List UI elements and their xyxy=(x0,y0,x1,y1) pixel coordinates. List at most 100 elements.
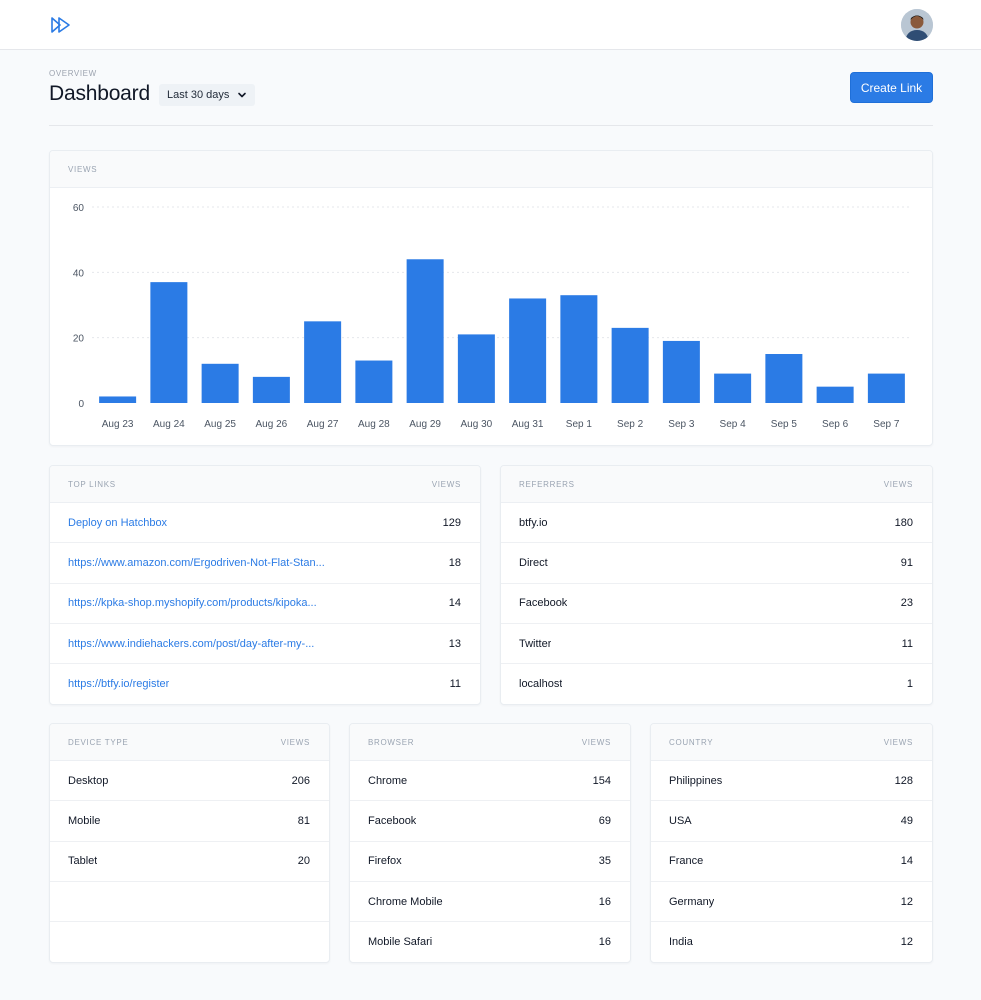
bar xyxy=(201,363,239,403)
views-count: 206 xyxy=(291,774,310,787)
referrers-header: REFERRERS VIEWS xyxy=(501,466,932,503)
top-links-list: Deploy on Hatchbox 129 https://www.amazon… xyxy=(50,503,480,704)
x-tick-label: Sep 5 xyxy=(771,419,798,430)
country-list: Philippines 128 USA 49 France 14 Germany 12 … xyxy=(651,761,932,962)
list-item: Desktop 206 xyxy=(50,761,329,802)
device-label: Tablet xyxy=(68,855,98,868)
list-item: https://btfy.io/register 11 xyxy=(50,664,480,704)
header-divider xyxy=(49,125,933,126)
x-tick-label: Aug 28 xyxy=(358,419,390,430)
views-count: 14 xyxy=(448,597,461,610)
country-label: India xyxy=(669,936,693,949)
y-tick-label: 0 xyxy=(78,399,84,410)
list-item: Germany 12 xyxy=(651,882,932,923)
referrers-title: REFERRERS xyxy=(519,479,575,489)
x-tick-label: Aug 23 xyxy=(102,419,134,430)
overview-eyebrow: OVERVIEW xyxy=(49,69,97,78)
country-views-header: VIEWS xyxy=(883,737,913,747)
x-tick-label: Aug 27 xyxy=(307,419,339,430)
referrer-label: Twitter xyxy=(519,637,552,650)
views-count: 69 xyxy=(598,814,611,827)
bar xyxy=(867,373,905,403)
list-item: USA 49 xyxy=(651,801,932,842)
x-tick-label: Aug 24 xyxy=(153,419,185,430)
browser-header: BROWSER VIEWS xyxy=(350,724,630,761)
x-tick-label: Sep 3 xyxy=(668,419,695,430)
list-item: https://kpka-shop.myshopify.com/products… xyxy=(50,584,480,624)
date-range-select[interactable]: Last 30 days xyxy=(159,84,256,106)
country-card: COUNTRY VIEWS Philippines 128 USA 49 Franc… xyxy=(650,723,933,963)
link-label[interactable]: https://btfy.io/register xyxy=(68,678,169,690)
device-type-header: DEVICE TYPE VIEWS xyxy=(50,724,329,761)
bar xyxy=(714,373,752,403)
browser-label: Facebook xyxy=(368,814,417,827)
x-tick-label: Sep 7 xyxy=(873,419,900,430)
views-count: 49 xyxy=(900,814,913,827)
browser-label: Firefox xyxy=(368,855,402,868)
x-tick-label: Aug 30 xyxy=(461,419,493,430)
device-type-list: Desktop 206 Mobile 81 Tablet 20 xyxy=(50,761,329,962)
date-range-label: Last 30 days xyxy=(167,89,230,101)
list-item: Mobile 81 xyxy=(50,801,329,842)
empty-row xyxy=(50,922,329,962)
list-item: Tablet 20 xyxy=(50,842,329,882)
device-label: Mobile xyxy=(68,814,101,827)
bar xyxy=(560,295,598,403)
country-label: Philippines xyxy=(669,774,723,787)
link-label[interactable]: https://kpka-shop.myshopify.com/products… xyxy=(68,597,317,609)
country-header: COUNTRY VIEWS xyxy=(651,724,932,761)
list-item: Facebook 69 xyxy=(350,801,630,842)
browser-label: Mobile Safari xyxy=(368,936,433,949)
bar xyxy=(457,334,495,403)
user-avatar[interactable] xyxy=(901,9,933,41)
country-title: COUNTRY xyxy=(669,737,714,747)
link-label[interactable]: https://www.amazon.com/Ergodriven-Not-Fl… xyxy=(68,557,325,569)
x-tick-label: Aug 29 xyxy=(409,419,441,430)
views-count: 180 xyxy=(894,516,913,529)
browser-title: BROWSER xyxy=(368,737,415,747)
chevron-down-icon xyxy=(238,92,247,98)
top-links-header: TOP LINKS VIEWS xyxy=(50,466,480,503)
browser-label: Chrome xyxy=(368,774,408,787)
device-type-card: DEVICE TYPE VIEWS Desktop 206 Mobile 81 Ta… xyxy=(49,723,330,963)
country-label: Germany xyxy=(669,895,715,908)
fast-forward-logo-icon[interactable] xyxy=(49,13,73,37)
top-links-card: TOP LINKS VIEWS Deploy on Hatchbox 129 ht… xyxy=(49,465,481,705)
bar xyxy=(406,259,444,403)
chart-title: VIEWS xyxy=(68,164,98,174)
views-count: 23 xyxy=(900,597,913,610)
list-item: Facebook 23 xyxy=(501,584,932,624)
list-item: Chrome Mobile 16 xyxy=(350,882,630,923)
bar xyxy=(816,386,854,403)
y-tick-label: 40 xyxy=(73,268,85,279)
list-item: Direct 91 xyxy=(501,543,932,584)
browser-list: Chrome 154 Facebook 69 Firefox 35 Chrome Mo… xyxy=(350,761,630,962)
browser-label: Chrome Mobile xyxy=(368,895,443,908)
list-item: Mobile Safari 16 xyxy=(350,922,630,962)
referrer-label: Direct xyxy=(519,556,548,569)
list-item: France 14 xyxy=(651,842,932,882)
list-item: btfy.io 180 xyxy=(501,503,932,544)
top-bar xyxy=(0,0,981,50)
views-chart-card: VIEWS 0 20 40 60 Aug 23 Aug 24 Aug 25 Aug 26 Aug… xyxy=(49,150,933,446)
create-link-button[interactable]: Create Link xyxy=(850,72,933,103)
views-bar-chart: 0 20 40 60 Aug 23 Aug 24 Aug 25 Aug 26 Aug 27 Aug… xyxy=(73,203,912,430)
page-title: Dashboard xyxy=(49,82,150,105)
list-item: India 12 xyxy=(651,922,932,962)
views-count: 14 xyxy=(900,855,913,868)
bar xyxy=(611,327,649,403)
link-label[interactable]: https://www.indiehackers.com/post/day-af… xyxy=(68,638,314,650)
bar xyxy=(355,360,393,403)
referrer-label: localhost xyxy=(519,678,563,691)
list-item: localhost 1 xyxy=(501,664,932,704)
views-count: 81 xyxy=(297,814,310,827)
views-count: 16 xyxy=(598,895,611,908)
list-item: Deploy on Hatchbox 129 xyxy=(50,503,480,544)
device-type-views-header: VIEWS xyxy=(280,737,310,747)
referrers-list: btfy.io 180 Direct 91 Facebook 23 Twitter 11… xyxy=(501,503,932,704)
list-item: https://www.indiehackers.com/post/day-af… xyxy=(50,624,480,665)
top-links-title: TOP LINKS xyxy=(68,479,116,489)
list-item: Chrome 154 xyxy=(350,761,630,802)
link-label[interactable]: Deploy on Hatchbox xyxy=(68,517,167,529)
x-tick-label: Aug 25 xyxy=(204,419,236,430)
